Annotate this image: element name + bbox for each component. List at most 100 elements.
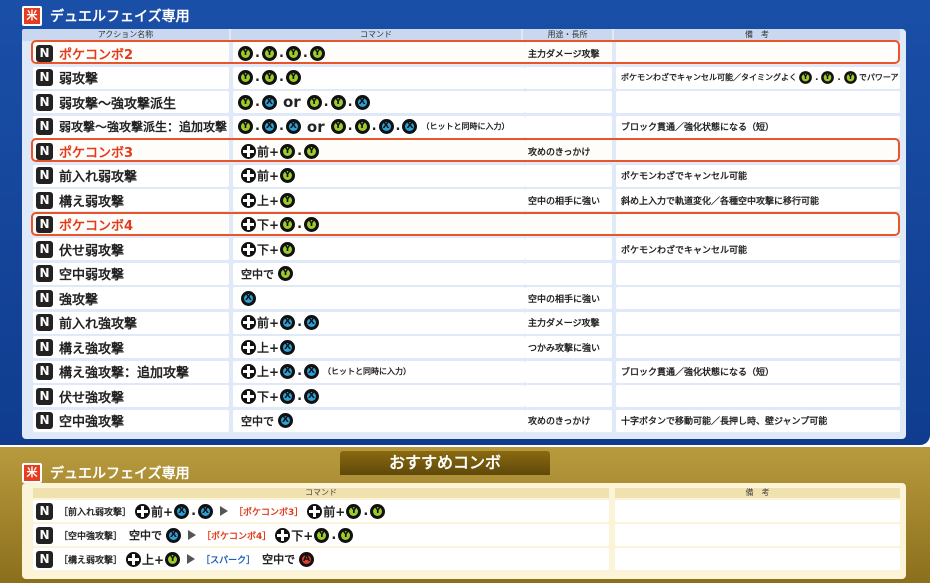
note-cell bbox=[616, 42, 900, 64]
n-badge-icon: N bbox=[36, 44, 53, 62]
x-button-icon: X bbox=[304, 315, 320, 330]
x-button-icon: X bbox=[280, 315, 296, 330]
y-button-icon: Y bbox=[261, 70, 277, 85]
n-badge-icon: N bbox=[36, 265, 53, 282]
action-name-cell: N 空中弱攻撃 bbox=[33, 262, 229, 285]
recommended-combo-title: 米 デュエルフェイズ専用 bbox=[22, 463, 190, 483]
dpad-icon bbox=[241, 388, 256, 404]
dpad-icon bbox=[275, 527, 291, 543]
table-row: N 弱攻撃 Y. Y. Y ポケモンわざでキャンセル可能／タイミングよく Y. Y… bbox=[33, 66, 900, 89]
air-label: 空中で bbox=[241, 267, 274, 281]
y-button-icon: Y bbox=[370, 503, 386, 519]
dpad-icon bbox=[241, 364, 256, 379]
y-button-icon: Y bbox=[261, 45, 277, 61]
action-name-cell: N 弱攻撃～強攻撃派生 bbox=[33, 91, 229, 113]
table-row: N 弱攻撃～強攻撃派生 Y. X or Y. Y. X bbox=[33, 91, 900, 113]
table-row: N 伏せ弱攻撃 下+ Y ポケモンわざでキャンセル可能 bbox=[33, 238, 900, 260]
command-cell: 下+ Y. Y bbox=[233, 213, 525, 236]
use-cell: 空中の相手に強い bbox=[525, 287, 612, 309]
note-cell: 斜め上入力で軌道変化／各種空中攻撃に移行可能 bbox=[616, 189, 900, 211]
command-cell: Y. Y. Y bbox=[233, 66, 525, 89]
combo-note-cell bbox=[615, 500, 900, 522]
combo-note-cell bbox=[615, 548, 900, 570]
note-cell bbox=[616, 336, 900, 358]
table-row: N ポケコンボ2 Y. Y. Y. Y 主力ダメージ攻撃 bbox=[31, 40, 900, 64]
action-name: 前入れ強攻撃 bbox=[59, 317, 138, 332]
action-name: 弱攻撃～強攻撃派生：追加攻撃 bbox=[59, 120, 228, 134]
table-row: N 強攻撃 X 空中の相手に強い bbox=[33, 287, 900, 309]
n-badge-icon: N bbox=[36, 387, 53, 405]
duel-phase-icon: 米 bbox=[22, 463, 42, 483]
table-row: N 構え強攻撃：追加攻撃 上+ X. X （ヒットと同時に入力） ブロック貫通／強… bbox=[33, 360, 900, 383]
note-cell: ポケモンわざでキャンセル可能 bbox=[616, 238, 900, 260]
combo-link-move: ［ポケコンボ4］ bbox=[202, 531, 272, 542]
y-button-icon: Y bbox=[238, 70, 253, 85]
next-arrow-icon bbox=[187, 554, 196, 564]
y-button-icon: Y bbox=[165, 551, 181, 567]
action-name: 空中強攻撃 bbox=[59, 415, 125, 430]
x-button-icon: X bbox=[278, 413, 293, 428]
recommended-combo-tab: おすすめコンボ bbox=[340, 451, 550, 475]
note-cell: ポケモンわざでキャンセル可能 bbox=[616, 164, 900, 187]
x-button-icon: X bbox=[304, 364, 320, 379]
y-button-icon: Y bbox=[306, 94, 322, 110]
direction-forward: 前+ bbox=[257, 316, 280, 330]
move-table-headers: アクション名称 コマンド 用途・長所 備 考 bbox=[22, 29, 902, 41]
dpad-icon bbox=[241, 339, 256, 355]
y-button-icon: Y bbox=[238, 119, 253, 134]
command-cell: 上+ X bbox=[233, 336, 525, 358]
use-cell bbox=[525, 115, 612, 138]
direction-down: 下+ bbox=[257, 218, 280, 232]
duel-phase-title-text: デュエルフェイズ専用 bbox=[50, 9, 190, 25]
action-name: 伏せ強攻撃 bbox=[59, 390, 125, 406]
use-cell bbox=[525, 385, 612, 407]
y-button-icon: Y bbox=[304, 143, 320, 159]
n-badge-icon: N bbox=[36, 363, 53, 380]
y-button-icon: Y bbox=[280, 217, 296, 232]
hit-simultaneous-note: （ヒットと同時に入力） bbox=[421, 122, 510, 131]
action-name: 強攻撃 bbox=[59, 292, 99, 308]
dpad-icon bbox=[241, 192, 256, 208]
note-cell bbox=[616, 311, 900, 334]
x-button-icon: X bbox=[280, 388, 296, 404]
y-button-icon: Y bbox=[280, 168, 296, 183]
use-cell bbox=[525, 262, 612, 285]
action-name-cell: N 伏せ弱攻撃 bbox=[33, 238, 229, 260]
n-badge-icon: N bbox=[36, 167, 53, 184]
next-arrow-icon bbox=[188, 530, 197, 540]
table-row: N 前入れ強攻撃 前+ X. X 主力ダメージ攻撃 bbox=[33, 311, 900, 334]
air-label: 空中で bbox=[262, 553, 296, 566]
n-badge-icon: N bbox=[36, 69, 53, 86]
direction-down: 下+ bbox=[291, 528, 314, 543]
y-button-icon: Y bbox=[280, 192, 296, 208]
action-name-cell: N 空中強攻撃 bbox=[33, 409, 229, 432]
use-cell bbox=[525, 164, 612, 187]
air-label: 空中で bbox=[241, 414, 274, 428]
duel-phase-icon: 米 bbox=[22, 6, 42, 26]
note-cell bbox=[616, 91, 900, 113]
dpad-icon bbox=[241, 315, 256, 330]
use-cell: 空中の相手に強い bbox=[525, 189, 612, 211]
action-name-cell: N 前入れ弱攻撃 bbox=[33, 164, 229, 187]
dpad-icon bbox=[241, 143, 256, 159]
combo-row: N ［空中強攻撃］ 空中で X ［ポケコンボ4］ 下+ Y. Y bbox=[33, 524, 900, 546]
action-name: 空中弱攻撃 bbox=[59, 268, 125, 283]
action-name-cell: N ポケコンボ3 bbox=[33, 140, 229, 162]
a-button-icon: A bbox=[299, 551, 315, 567]
action-name-cell: N 伏せ強攻撃 bbox=[33, 385, 229, 407]
recommended-combo-title-text: デュエルフェイズ専用 bbox=[50, 466, 190, 482]
header-command: コマンド bbox=[231, 29, 521, 41]
command-cell: 前+ Y. Y bbox=[233, 140, 525, 162]
y-button-icon: Y bbox=[821, 71, 835, 84]
use-cell bbox=[525, 213, 612, 236]
note-suffix: でパワーアップ bbox=[858, 73, 900, 82]
action-name-cell: N 構え強攻撃：追加攻撃 bbox=[33, 360, 229, 383]
action-name: 構え弱攻撃 bbox=[59, 194, 125, 210]
table-row: N 前入れ弱攻撃 前+ Y ポケモンわざでキャンセル可能 bbox=[33, 164, 900, 187]
table-row: N 空中弱攻撃 空中で Y bbox=[33, 262, 900, 285]
note-cell: ブロック貫通／強化状態になる（短） bbox=[616, 115, 900, 138]
y-button-icon: Y bbox=[338, 527, 354, 543]
command-cell: 前+ Y bbox=[233, 164, 525, 187]
n-badge-icon: N bbox=[36, 314, 53, 331]
combo-command-cell: N ［構え弱攻撃］ 上+ Y ［スパーク］ 空中で A bbox=[33, 548, 609, 570]
